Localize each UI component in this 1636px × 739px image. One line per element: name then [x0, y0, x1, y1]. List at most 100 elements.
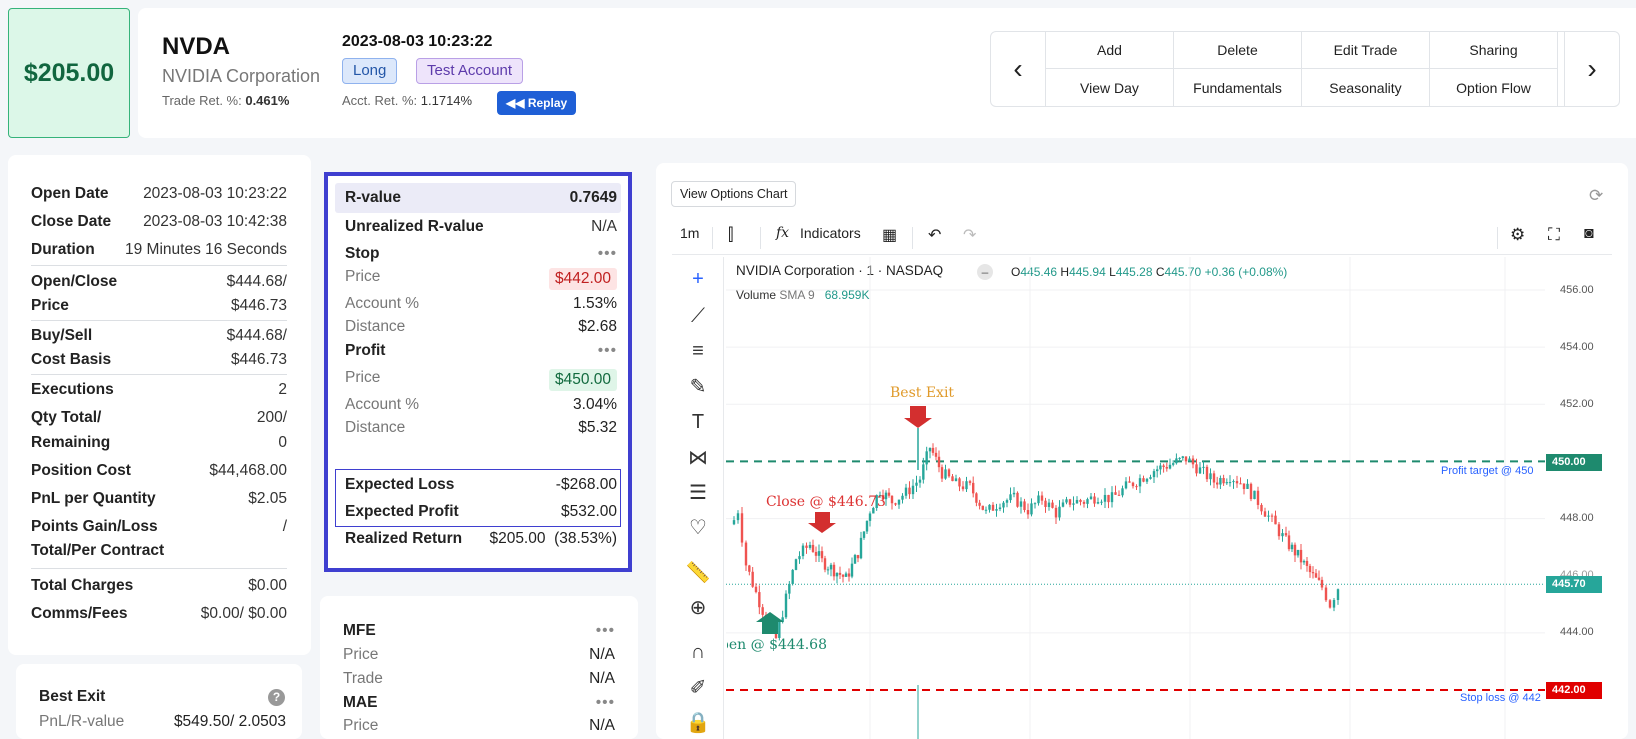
candle-body: [1181, 456, 1184, 458]
candle-body: [1314, 573, 1318, 578]
best-exit-marker-label: Best Exit: [890, 385, 955, 401]
candle-body: [838, 572, 842, 575]
candle-body: [1030, 503, 1033, 515]
candle-body: [847, 573, 851, 577]
candle-body: [1075, 499, 1079, 504]
candle-body: [904, 487, 908, 496]
candle-body: [1296, 549, 1300, 556]
candle-body: [931, 447, 935, 453]
candle-body: [856, 555, 860, 559]
candle-body: [1290, 544, 1294, 550]
candle-body: [835, 572, 839, 577]
candle-body: [751, 571, 754, 587]
candle-body: [984, 509, 988, 511]
candle-body: [1219, 477, 1222, 485]
candle-body: [947, 469, 951, 477]
candle-body: [1172, 463, 1175, 465]
candle-body: [928, 447, 932, 452]
candle-body: [1058, 506, 1061, 518]
candle-body: [1100, 501, 1103, 503]
candle-body: [1175, 458, 1178, 464]
candle-body: [1191, 458, 1195, 465]
candle-body: [1225, 482, 1228, 484]
candle-body: [1009, 494, 1012, 501]
candle-body: [1107, 494, 1110, 503]
candle-body: [1270, 515, 1274, 517]
candle-body: [1159, 465, 1162, 470]
candle-body: [1128, 481, 1131, 483]
candle-body: [1054, 507, 1058, 518]
candle-body: [897, 499, 901, 505]
profit-target-badge: 450.00: [1546, 454, 1602, 471]
candle-body: [1012, 492, 1016, 495]
candle-body: [1277, 524, 1281, 537]
candle-body: [761, 607, 764, 615]
candle-body: [922, 464, 925, 480]
price-axis-label: 454.00: [1560, 341, 1594, 353]
candle-body: [988, 504, 991, 510]
candle-body: [791, 569, 794, 584]
candle-body: [1152, 471, 1156, 478]
candle-body: [1267, 515, 1270, 517]
price-axis-label: 452.00: [1560, 398, 1594, 410]
price-chart[interactable]: [0, 0, 1636, 739]
candle-body: [972, 482, 975, 494]
candle-body: [1089, 496, 1093, 500]
candle-body: [925, 451, 928, 465]
candle-body: [1281, 533, 1284, 537]
candle-body: [1047, 502, 1051, 507]
candle-body: [1311, 572, 1315, 574]
candle-body: [975, 493, 978, 503]
candle-body: [978, 502, 981, 506]
candle-body: [1222, 477, 1225, 484]
candle-body: [832, 564, 836, 577]
candle-body: [995, 509, 998, 511]
candle-body: [1072, 503, 1075, 505]
candle-body: [901, 495, 904, 500]
candle-body: [805, 545, 808, 548]
profit-target-label: Profit target @ 450: [1441, 465, 1534, 477]
candle-body: [965, 481, 968, 490]
candle-body: [844, 573, 848, 577]
candle-body: [1228, 482, 1232, 484]
candle-body: [1287, 535, 1291, 550]
candle-body: [754, 586, 758, 593]
candle-body: [868, 513, 872, 521]
price-axis-label: 444.00: [1560, 626, 1594, 638]
last-price-badge: 445.70: [1546, 576, 1602, 593]
candle-body: [1002, 502, 1005, 508]
candle-body: [801, 545, 805, 557]
candle-body: [1249, 483, 1253, 500]
candle-body: [1149, 477, 1152, 479]
candle-body: [823, 558, 827, 570]
candle-body: [850, 563, 854, 577]
candle-body: [1082, 501, 1086, 504]
candle-body: [991, 504, 995, 511]
candle-body: [890, 495, 894, 504]
candle-body: [1209, 473, 1212, 480]
candle-body: [1162, 465, 1165, 468]
candle-body: [934, 452, 938, 457]
candle-body: [1239, 483, 1242, 485]
candle-body: [1037, 495, 1040, 504]
candle-body: [1051, 502, 1054, 508]
candle-body: [1110, 492, 1114, 503]
candle-body: [820, 551, 824, 559]
candle-body: [1274, 515, 1277, 525]
candle-body: [1317, 577, 1321, 580]
candle-body: [1232, 481, 1235, 483]
candle-body: [744, 542, 748, 566]
candle-body: [1019, 501, 1023, 507]
candle-body: [1253, 490, 1256, 500]
candle-body: [1033, 503, 1037, 505]
candle-body: [732, 520, 736, 525]
candle-body: [1188, 458, 1191, 462]
candle-body: [1212, 473, 1216, 483]
candle-body: [862, 531, 866, 538]
candle-body: [826, 569, 830, 571]
candle-body: [1284, 533, 1288, 536]
candle-body: [961, 486, 965, 490]
candle-body: [911, 485, 915, 495]
candle-body: [1324, 587, 1328, 601]
candle-body: [1336, 589, 1340, 600]
